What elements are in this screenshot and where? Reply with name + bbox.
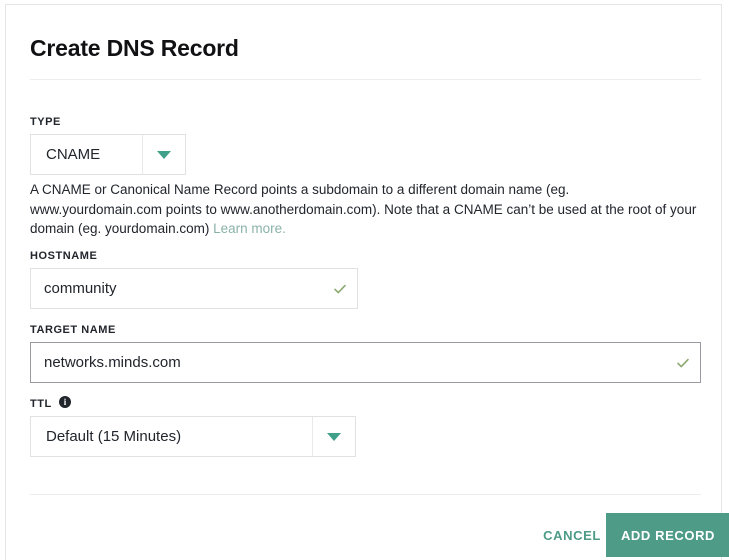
dns-record-dialog-page: Create DNS Record TYPE CNAME A CNAME or … — [0, 0, 729, 560]
target-name-label: TARGET NAME — [30, 324, 116, 336]
type-select-arrow-box[interactable] — [142, 135, 185, 174]
page-title: Create DNS Record — [30, 35, 239, 61]
type-description-text: A CNAME or Canonical Name Record points … — [30, 182, 697, 236]
check-icon — [334, 284, 346, 293]
learn-more-link[interactable]: Learn more. — [213, 221, 286, 236]
ttl-select-value: Default (15 Minutes) — [46, 428, 182, 445]
card-content: Create DNS Record TYPE CNAME A CNAME or … — [30, 5, 729, 560]
target-name-input[interactable]: networks.minds.com — [30, 342, 701, 383]
target-name-valid-check — [666, 355, 700, 371]
hostname-valid-check — [323, 281, 357, 297]
chevron-down-icon — [157, 150, 171, 159]
type-label: TYPE — [30, 116, 61, 128]
cancel-button[interactable]: CANCEL — [540, 513, 604, 557]
type-select-value: CNAME — [46, 146, 101, 163]
hostname-input-value[interactable]: community — [31, 280, 323, 297]
ttl-select[interactable]: Default (15 Minutes) — [30, 416, 356, 457]
add-record-button[interactable]: ADD RECORD — [606, 513, 729, 557]
ttl-select-arrow-box[interactable] — [312, 417, 355, 456]
hostname-input[interactable]: community — [30, 268, 358, 309]
footer-divider — [30, 494, 701, 495]
check-icon — [677, 358, 689, 367]
type-select[interactable]: CNAME — [30, 134, 186, 175]
create-dns-record-card: Create DNS Record TYPE CNAME A CNAME or … — [5, 4, 729, 560]
hostname-label: HOSTNAME — [30, 250, 98, 262]
info-icon[interactable]: i — [59, 396, 71, 408]
type-description: A CNAME or Canonical Name Record points … — [30, 180, 700, 239]
header-divider — [30, 79, 701, 80]
ttl-label: TTL — [30, 398, 52, 410]
target-name-input-value[interactable]: networks.minds.com — [31, 354, 666, 371]
chevron-down-icon — [327, 432, 341, 441]
